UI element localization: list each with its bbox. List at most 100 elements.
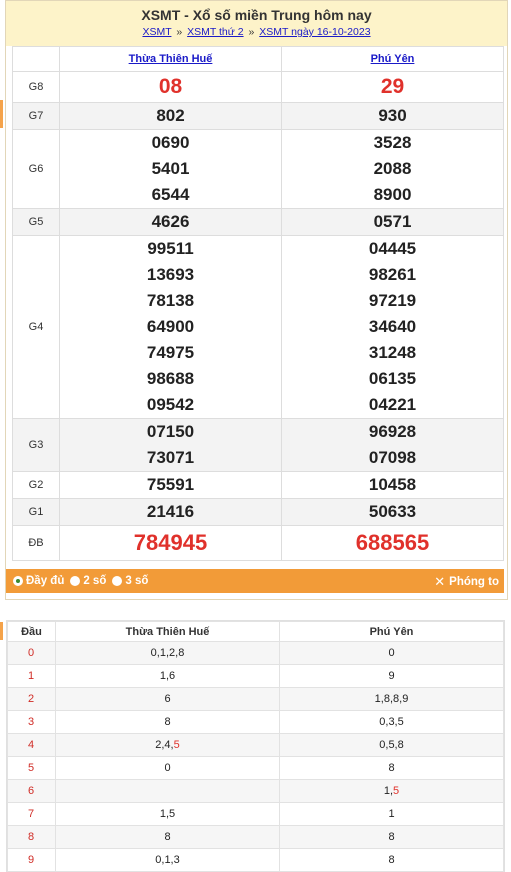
prize-number: 73071: [146, 448, 195, 467]
loto-cell-hue: [55, 779, 280, 803]
prize-cell-hue: 784945: [59, 525, 282, 561]
prize-cell-hue: 07150 73071: [59, 418, 282, 472]
loto-cell-phu-yen: 1: [279, 802, 504, 826]
prize-header-empty: [12, 46, 60, 72]
prize-label: G2: [12, 471, 60, 499]
dau-number: 9: [7, 848, 56, 872]
loto-header-phu-yen: Phú Yên: [279, 621, 504, 642]
prize-number: 2088: [373, 159, 412, 178]
option-two-digits[interactable]: 2 số: [70, 575, 106, 587]
left-accent-strip-bottom: [0, 622, 3, 640]
prize-number: 99511: [147, 239, 194, 258]
loto-head-table-wrapper: Đầu Thừa Thiên Huế Phú Yên 0 0,1,2,8 0 1 1,6…: [6, 620, 505, 872]
prize-cell-phu-yen: 688565: [281, 525, 504, 561]
prize-number: 34640: [368, 317, 417, 336]
zoom-button[interactable]: ✕ Phóng to: [434, 574, 499, 590]
loto-row: 7 1,5 1: [7, 802, 504, 826]
prize-number: 07150: [146, 422, 195, 441]
prize-label: G5: [12, 208, 60, 236]
prize-cell-hue: 802: [59, 102, 282, 130]
prize-number: 09542: [146, 395, 195, 414]
prize-label: G7: [12, 102, 60, 130]
prize-cell-hue: 21416: [59, 498, 282, 526]
results-table: Thừa Thiên Huế Phú Yên G8 08 29 G7 802 930 G6 0…: [12, 46, 504, 561]
prize-number: 06135: [368, 369, 417, 388]
option-three-digits[interactable]: 3 số: [112, 575, 148, 587]
loto-digits: 1,: [383, 785, 394, 797]
breadcrumb: XSMT » XSMT thứ 2 » XSMT ngày 16-10-2023: [6, 26, 507, 38]
prize-row-g8: G8 08 29: [12, 71, 504, 103]
prize-row-đb: ĐB 784945 688565: [12, 525, 504, 561]
prize-cell-phu-yen: 50633: [281, 498, 504, 526]
prize-row-g1: G1 21416 50633: [12, 498, 504, 526]
prize-number: 08: [158, 75, 183, 98]
loto-cell-hue: 0,1,2,8: [55, 641, 280, 665]
prize-number: 21416: [146, 502, 195, 521]
loto-row: 3 8 0,3,5: [7, 710, 504, 734]
breadcrumb-xsmt-thu-2[interactable]: XSMT thứ 2: [187, 26, 243, 38]
loto-cell-hue: 0,1,3: [55, 848, 280, 872]
prize-number: 31248: [368, 343, 417, 362]
loto-cell-phu-yen: 8: [279, 848, 504, 872]
results-card: XSMT - Xổ số miền Trung hôm nay XSMT » X…: [5, 0, 508, 600]
province-link-hue[interactable]: Thừa Thiên Huế: [129, 53, 213, 65]
province-link-phu-yen[interactable]: Phú Yên: [371, 53, 415, 65]
radio-icon[interactable]: [112, 576, 123, 586]
loto-cell-hue: 0: [55, 756, 280, 780]
prize-number: 50633: [368, 502, 417, 521]
dau-number: 2: [7, 687, 56, 711]
prize-cell-phu-yen: 930: [281, 102, 504, 130]
prize-number: 10458: [368, 475, 417, 494]
zoom-label: Phóng to: [449, 576, 499, 588]
breadcrumb-xsmt-date[interactable]: XSMT ngày 16-10-2023: [259, 26, 370, 38]
loto-header-hue: Thừa Thiên Huế: [55, 621, 280, 642]
prize-cell-phu-yen: 29: [281, 71, 504, 103]
prize-number: 64900: [146, 317, 195, 336]
loto-row: 0 0,1,2,8 0: [7, 641, 504, 665]
prize-row-g5: G5 4626 0571: [12, 208, 504, 236]
radio-icon[interactable]: [70, 576, 81, 586]
prize-number: 6544: [151, 185, 190, 204]
province-header-phu-yen: Phú Yên: [281, 46, 504, 72]
prize-number: 96928: [368, 422, 417, 441]
prize-label: ĐB: [12, 525, 60, 561]
dau-number: 4: [7, 733, 56, 757]
breadcrumb-separator: »: [176, 26, 183, 38]
option-full-label: Đầy đủ: [26, 575, 65, 587]
loto-body: 0 0,1,2,8 0 1 1,6 9 2 6 1,8,8,9 3 8 0,3,5 4 2,4,5 0,5,…: [7, 641, 504, 872]
prize-number: 688565: [355, 530, 430, 555]
radio-selected-icon[interactable]: [13, 576, 23, 586]
page-title: XSMT - Xổ số miền Trung hôm nay: [141, 7, 372, 23]
loto-cell-hue: 1,6: [55, 664, 280, 688]
loto-row: 4 2,4,5 0,5,8: [7, 733, 504, 757]
prize-number: 04221: [368, 395, 417, 414]
loto-row: 9 0,1,3 8: [7, 848, 504, 872]
dau-number: 3: [7, 710, 56, 734]
prize-number: 04445: [368, 239, 417, 258]
prize-label: G6: [12, 129, 60, 209]
dau-number: 5: [7, 756, 56, 780]
breadcrumb-xsmt[interactable]: XSMT: [142, 26, 171, 38]
option-full[interactable]: Đầy đủ: [13, 575, 64, 587]
dau-number: 6: [7, 779, 56, 803]
loto-cell-phu-yen: 0: [279, 641, 504, 665]
prize-number: 74975: [146, 343, 195, 362]
prize-cell-hue: 08: [59, 71, 282, 103]
prize-number: 98261: [368, 265, 417, 284]
prize-number: 97219: [368, 291, 417, 310]
prize-label: G3: [12, 418, 60, 472]
prize-cell-phu-yen: 3528 2088 8900: [281, 129, 504, 209]
dau-number: 8: [7, 825, 56, 849]
dau-number: 7: [7, 802, 56, 826]
province-header-hue: Thừa Thiên Huế: [59, 46, 282, 72]
prize-row-g6: G6 0690 5401 6544 3528 2088 8900: [12, 129, 504, 209]
loto-row: 6 1,5: [7, 779, 504, 803]
loto-head-table: Đầu Thừa Thiên Huế Phú Yên 0 0,1,2,8 0 1 1,6…: [7, 621, 504, 872]
loto-cell-hue: 1,5: [55, 802, 280, 826]
dau-header: Đầu: [7, 621, 56, 642]
left-accent-strip-top: [0, 100, 3, 128]
prize-row-g7: G7 802 930: [12, 102, 504, 130]
loto-header-row: Đầu Thừa Thiên Huế Phú Yên: [7, 621, 504, 642]
option-two-label: 2 số: [83, 575, 107, 587]
loto-cell-phu-yen: 9: [279, 664, 504, 688]
